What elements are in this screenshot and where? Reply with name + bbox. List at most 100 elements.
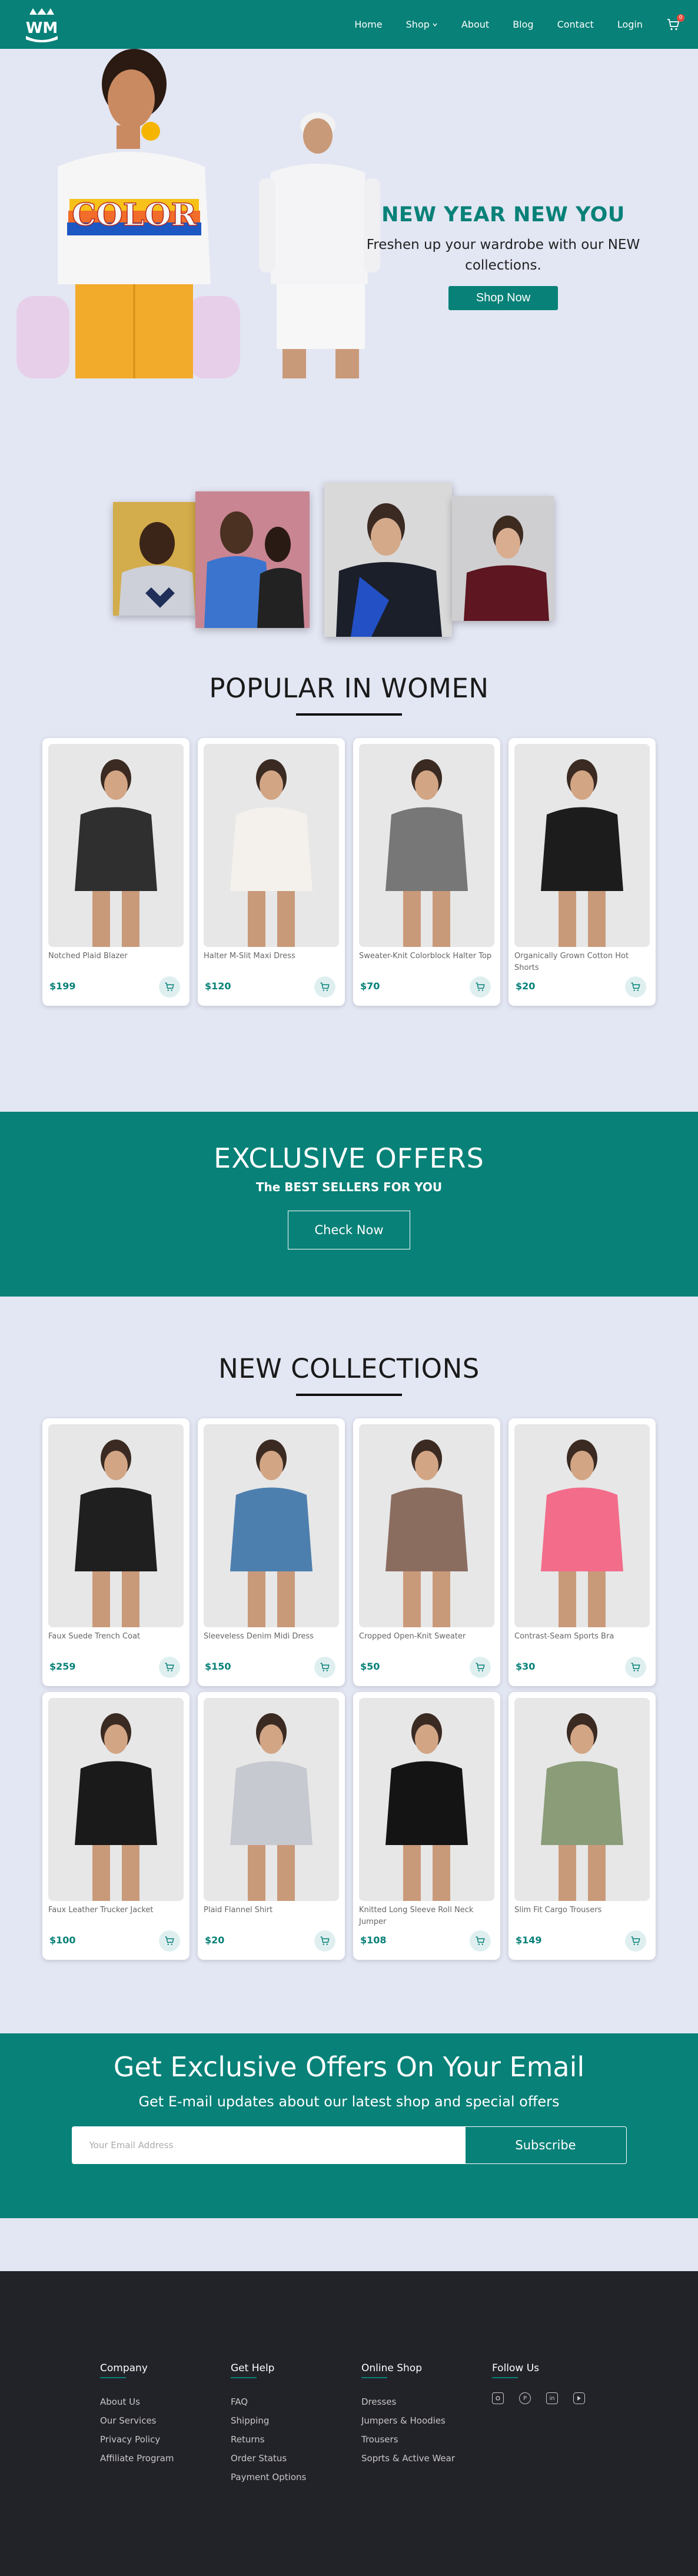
product-name: Sweater-Knit Colorblock Halter Top — [359, 952, 492, 960]
product-price: $150 — [205, 1661, 231, 1672]
footer-link[interactable]: Soprts & Active Wear — [361, 2449, 492, 2468]
footer-link[interactable]: About Us — [100, 2392, 231, 2411]
nav-shop[interactable]: Shop — [406, 19, 438, 30]
nav-home[interactable]: Home — [354, 19, 382, 30]
product-image[interactable] — [204, 1424, 339, 1627]
add-to-cart-button[interactable] — [470, 1930, 491, 1952]
collections-title: NEW COLLECTIONS — [218, 1353, 480, 1384]
product-price: $199 — [49, 980, 76, 992]
product-name: Contrast-Seam Sports Bra — [514, 1632, 614, 1641]
shop-now-button[interactable]: Shop Now — [448, 286, 559, 310]
product-price: $120 — [205, 980, 231, 992]
product-name: Sleeveless Denim Midi Dress — [204, 1632, 314, 1641]
cart-icon — [164, 982, 175, 992]
cart-icon — [164, 1936, 175, 1946]
logo[interactable]: WM — [21, 6, 62, 43]
main-nav: Home Shop About Blog Contact Login 0 — [354, 14, 684, 32]
add-to-cart-button[interactable] — [314, 1930, 335, 1952]
footer-link[interactable]: Affiliate Program — [100, 2449, 231, 2468]
product-image[interactable] — [204, 1698, 339, 1901]
email-input[interactable]: Your Email Address — [71, 2126, 465, 2164]
footer-link[interactable]: FAQ — [231, 2392, 361, 2411]
nav-blog[interactable]: Blog — [513, 19, 533, 30]
add-to-cart-button[interactable] — [625, 976, 646, 998]
footer-heading: Get Help — [231, 2362, 275, 2374]
site-footer: Company About Us Our Services Privacy Po… — [0, 2271, 698, 2576]
add-to-cart-button[interactable] — [159, 1657, 180, 1678]
instagram-icon[interactable] — [492, 2392, 504, 2404]
add-to-cart-button[interactable] — [470, 1657, 491, 1678]
collage-image-2[interactable] — [195, 491, 310, 628]
nav-contact[interactable]: Contact — [557, 19, 594, 30]
product-image[interactable] — [359, 1424, 494, 1627]
pinterest-icon[interactable]: P — [519, 2392, 531, 2404]
footer-column-shop: Online Shop Dresses Jumpers & Hoodies Tr… — [361, 2362, 492, 2576]
offers-subtitle: The BEST SELLERS FOR YOU — [255, 1180, 443, 1194]
product-image[interactable] — [514, 744, 650, 947]
popular-products-grid: Notched Plaid Blazer $199 Halter M-Slit Ma… — [0, 738, 698, 1006]
product-price: $20 — [205, 1935, 225, 1946]
newsletter-form: Your Email Address Subscribe — [71, 2126, 627, 2164]
add-to-cart-button[interactable] — [314, 1657, 335, 1678]
product-card[interactable]: Notched Plaid Blazer $199 — [42, 738, 190, 1006]
cart-button[interactable]: 0 — [666, 14, 684, 32]
add-to-cart-button[interactable] — [159, 976, 180, 998]
add-to-cart-button[interactable] — [470, 976, 491, 998]
add-to-cart-button[interactable] — [625, 1930, 646, 1952]
footer-link[interactable]: Privacy Policy — [100, 2430, 231, 2449]
product-card[interactable]: Knitted Long Sleeve Roll Neck Jumper $108 — [353, 1692, 500, 1960]
footer-link[interactable]: Dresses — [361, 2392, 492, 2411]
product-card[interactable]: Slim Fit Cargo Trousers $149 — [508, 1692, 656, 1960]
product-image[interactable] — [204, 744, 339, 947]
hero-shirt-text: COLOR — [72, 197, 197, 233]
product-image[interactable] — [514, 1424, 650, 1627]
collections-section: NEW COLLECTIONS Faux Suede Trench Coat $2… — [0, 1297, 698, 2033]
newsletter-subtitle: Get E-mail updates about our latest shop… — [138, 2093, 560, 2110]
product-image[interactable] — [48, 1424, 184, 1627]
youtube-icon[interactable] — [573, 2392, 585, 2404]
product-image[interactable] — [48, 1698, 184, 1901]
nav-about[interactable]: About — [461, 19, 489, 30]
product-card[interactable]: Contrast-Seam Sports Bra $30 — [508, 1418, 656, 1686]
product-card[interactable]: Faux Suede Trench Coat $259 — [42, 1418, 190, 1686]
footer-link[interactable]: Jumpers & Hoodies — [361, 2411, 492, 2430]
product-price: $259 — [49, 1661, 76, 1672]
collage-image-1[interactable] — [113, 502, 198, 616]
footer-link[interactable]: Shipping — [231, 2411, 361, 2430]
product-card[interactable]: Organically Grown Cotton Hot Shorts $20 — [508, 738, 656, 1006]
nav-login[interactable]: Login — [617, 19, 643, 30]
footer-link[interactable]: Returns — [231, 2430, 361, 2449]
linkedin-icon[interactable]: in — [546, 2392, 558, 2404]
product-name: Plaid Flannel Shirt — [204, 1906, 273, 1914]
product-image[interactable] — [48, 744, 184, 947]
footer-link[interactable]: Payment Options — [231, 2468, 361, 2487]
product-price: $70 — [360, 980, 380, 992]
popular-title: POPULAR IN WOMEN — [209, 673, 489, 704]
product-image[interactable] — [359, 744, 494, 947]
collage-image-4[interactable] — [452, 496, 554, 621]
add-to-cart-button[interactable] — [314, 976, 335, 998]
product-name: Knitted Long Sleeve Roll Neck Jumper — [359, 1906, 474, 1926]
footer-link[interactable]: Our Services — [100, 2411, 231, 2430]
hero-text: NEW YEAR NEW YOU Freshen up your wardrob… — [353, 203, 653, 310]
add-to-cart-button[interactable] — [159, 1930, 180, 1952]
footer-link[interactable]: Trousers — [361, 2430, 492, 2449]
product-image[interactable] — [514, 1698, 650, 1901]
cart-icon — [320, 1936, 330, 1946]
add-to-cart-button[interactable] — [625, 1657, 646, 1678]
product-card[interactable]: Halter M-Slit Maxi Dress $120 — [198, 738, 345, 1006]
collections-products-grid: Faux Suede Trench Coat $259 Sleeveless Den… — [0, 1418, 698, 1960]
product-card[interactable]: Sleeveless Denim Midi Dress $150 — [198, 1418, 345, 1686]
product-card[interactable]: Plaid Flannel Shirt $20 — [198, 1692, 345, 1960]
product-name: Faux Suede Trench Coat — [48, 1632, 141, 1641]
product-card[interactable]: Cropped Open-Knit Sweater $50 — [353, 1418, 500, 1686]
product-card[interactable]: Faux Leather Trucker Jacket $100 — [42, 1692, 190, 1960]
newsletter-section: Get Exclusive Offers On Your Email Get E… — [0, 2033, 698, 2218]
collage-image-3[interactable] — [324, 483, 452, 637]
product-card[interactable]: Sweater-Knit Colorblock Halter Top $70 — [353, 738, 500, 1006]
subscribe-button[interactable]: Subscribe — [464, 2126, 627, 2164]
check-now-button[interactable]: Check Now — [288, 1211, 410, 1249]
product-image[interactable] — [359, 1698, 494, 1901]
footer-link[interactable]: Order Status — [231, 2449, 361, 2468]
